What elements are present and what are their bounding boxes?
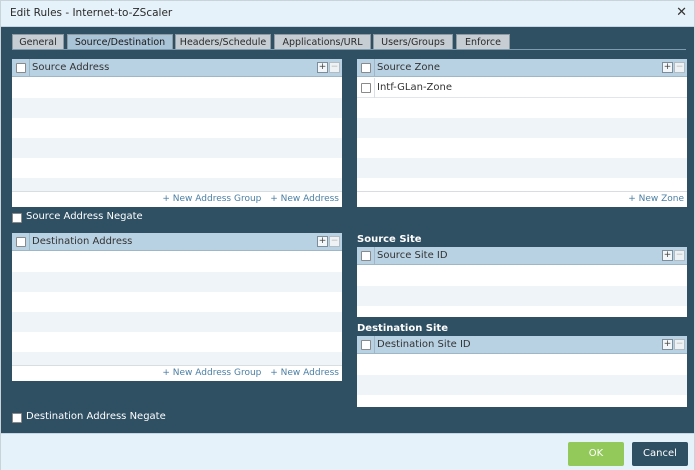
empty-row: [12, 312, 342, 332]
source-site-list: [357, 266, 687, 317]
remove-destination-site-icon[interactable]: −: [674, 339, 685, 350]
add-source-site-icon[interactable]: +: [662, 250, 673, 261]
empty-row: [357, 375, 687, 395]
header-divider: [29, 59, 30, 77]
empty-row: [357, 266, 687, 286]
new-address-group-link[interactable]: + New Address Group: [162, 368, 261, 378]
source-site-header: Source Site ID + −: [357, 247, 687, 265]
source-address-negate-checkbox[interactable]: [12, 213, 22, 223]
source-address-select-all-checkbox[interactable]: [16, 63, 26, 73]
add-source-zone-icon[interactable]: +: [662, 62, 673, 73]
destination-address-header: Destination Address + −: [12, 233, 342, 251]
destination-address-footer: + New Address Group + New Address: [12, 365, 342, 381]
destination-site-select-all-checkbox[interactable]: [361, 340, 371, 350]
tab-underline: [12, 49, 686, 50]
source-address-header: Source Address + −: [12, 59, 342, 77]
empty-row: [12, 138, 342, 158]
source-zone-select-all-checkbox[interactable]: [361, 63, 371, 73]
dialog-footer: OK Cancel: [1, 433, 694, 470]
new-address-link[interactable]: + New Address: [270, 368, 339, 378]
empty-row: [12, 292, 342, 312]
remove-source-address-icon[interactable]: −: [329, 62, 340, 73]
source-zone-item-checkbox[interactable]: [361, 83, 371, 93]
source-zone-footer: + New Zone: [357, 191, 687, 207]
destination-address-header-label: Destination Address: [32, 236, 133, 247]
new-address-link[interactable]: + New Address: [270, 194, 339, 204]
dialog-titlebar: Edit Rules - Internet-to-ZScaler ✕: [1, 1, 694, 27]
empty-row: [357, 306, 687, 317]
tab-applications-url[interactable]: Applications/URL: [274, 34, 371, 50]
tab-enforce[interactable]: Enforce: [456, 34, 510, 50]
empty-row: [12, 332, 342, 352]
empty-row: [12, 118, 342, 138]
destination-address-negate-checkbox[interactable]: [12, 413, 22, 423]
edit-rules-dialog: Edit Rules - Internet-to-ZScaler ✕ Gener…: [0, 0, 695, 470]
empty-row: [357, 286, 687, 306]
tab-general[interactable]: General: [12, 34, 64, 50]
destination-address-select-all-checkbox[interactable]: [16, 237, 26, 247]
destination-site-header-label: Destination Site ID: [377, 339, 471, 350]
empty-row: [357, 158, 687, 178]
destination-site-list: [357, 355, 687, 407]
add-source-address-icon[interactable]: +: [317, 62, 328, 73]
row-divider: [374, 78, 375, 98]
remove-destination-address-icon[interactable]: −: [329, 236, 340, 247]
empty-row: [357, 395, 687, 407]
remove-source-zone-icon[interactable]: −: [674, 62, 685, 73]
header-divider: [374, 336, 375, 354]
header-divider: [29, 233, 30, 251]
header-divider: [374, 59, 375, 77]
destination-site-header: Destination Site ID + −: [357, 336, 687, 354]
source-zone-header-label: Source Zone: [377, 62, 440, 73]
source-site-select-all-checkbox[interactable]: [361, 251, 371, 261]
new-address-group-link[interactable]: + New Address Group: [162, 194, 261, 204]
source-zone-item-label: Intf-GLan-Zone: [377, 82, 453, 93]
source-site-title: Source Site: [357, 234, 422, 245]
ok-button[interactable]: OK: [568, 442, 624, 466]
source-address-header-label: Source Address: [32, 62, 110, 73]
add-destination-site-icon[interactable]: +: [662, 339, 673, 350]
destination-address-negate-label: Destination Address Negate: [26, 411, 166, 422]
source-zone-panel: Source Zone + − Intf-GLan-Zone + New Zon…: [357, 59, 687, 207]
empty-row: [357, 138, 687, 158]
remove-source-site-icon[interactable]: −: [674, 250, 685, 261]
source-site-panel: Source Site ID + −: [357, 247, 687, 317]
cancel-button[interactable]: Cancel: [632, 442, 688, 466]
add-destination-address-icon[interactable]: +: [317, 236, 328, 247]
destination-site-panel: Destination Site ID + −: [357, 336, 687, 407]
source-site-header-label: Source Site ID: [377, 250, 448, 261]
source-address-negate-label: Source Address Negate: [26, 211, 143, 222]
empty-row: [357, 355, 687, 375]
header-divider: [374, 247, 375, 265]
source-zone-header: Source Zone + −: [357, 59, 687, 77]
tab-headers-schedule[interactable]: Headers/Schedule: [175, 34, 271, 50]
source-address-footer: + New Address Group + New Address: [12, 191, 342, 207]
tab-users-groups[interactable]: Users/Groups: [373, 34, 453, 50]
tab-source-destination[interactable]: Source/Destination: [67, 34, 173, 50]
destination-address-panel: Destination Address + − + New Address Gr…: [12, 233, 342, 381]
close-icon[interactable]: ✕: [676, 5, 687, 20]
destination-site-title: Destination Site: [357, 323, 448, 334]
source-zone-list: Intf-GLan-Zone: [357, 78, 687, 198]
empty-row: [12, 78, 342, 98]
list-item[interactable]: Intf-GLan-Zone: [357, 78, 687, 98]
destination-address-list: [12, 252, 342, 372]
new-zone-link[interactable]: + New Zone: [628, 194, 684, 204]
dialog-title: Edit Rules - Internet-to-ZScaler: [10, 7, 173, 19]
empty-row: [12, 252, 342, 272]
empty-row: [12, 158, 342, 178]
empty-row: [357, 118, 687, 138]
empty-row: [12, 272, 342, 292]
source-address-panel: Source Address + − + New Address Group +…: [12, 59, 342, 207]
empty-row: [12, 98, 342, 118]
source-address-list: [12, 78, 342, 198]
empty-row: [357, 98, 687, 118]
